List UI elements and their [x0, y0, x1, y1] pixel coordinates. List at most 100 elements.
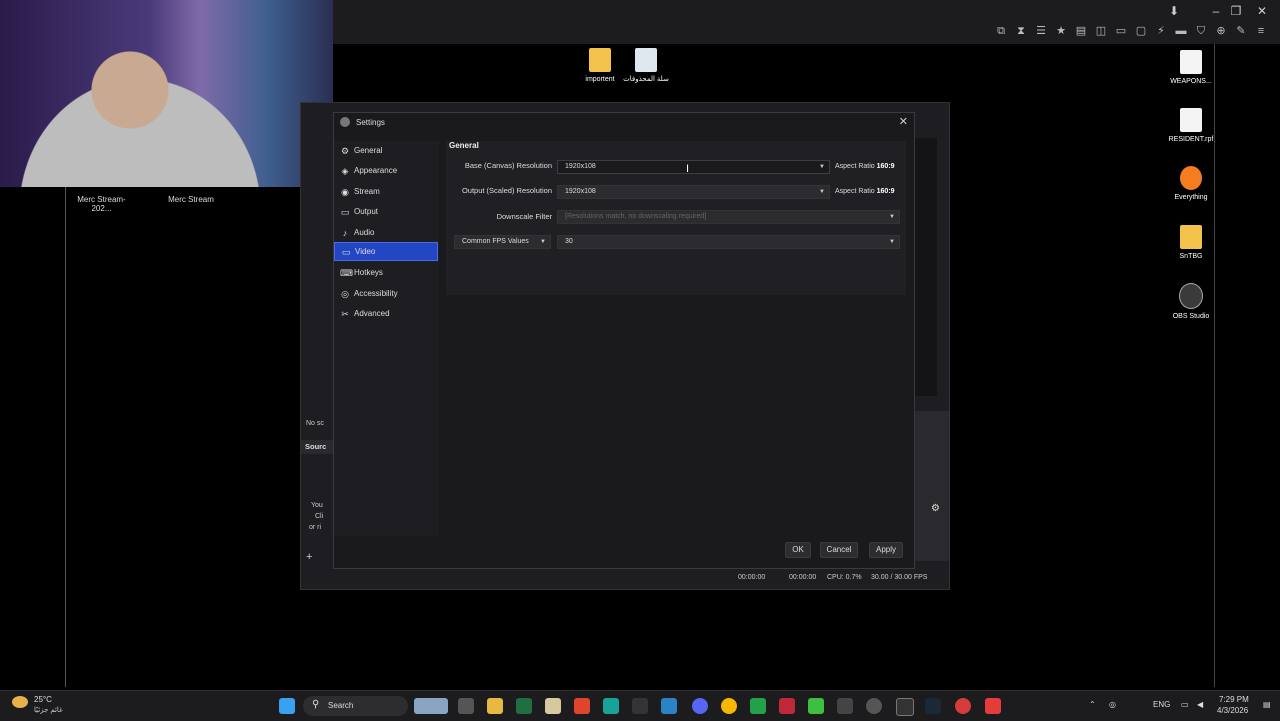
nav-item-output[interactable]: ▭ Output: [334, 202, 438, 221]
download-icon[interactable]: ⬇: [1164, 4, 1184, 18]
scene-item[interactable]: Merc Stream: [161, 195, 221, 204]
gear-icon[interactable]: ⚙: [931, 503, 940, 514]
nav-item-hotkeys[interactable]: ⌨ Hotkeys: [334, 263, 438, 282]
discord-icon[interactable]: [692, 698, 708, 714]
nav-label: Output: [354, 207, 379, 216]
widget-icon[interactable]: [414, 698, 448, 714]
weather-temp[interactable]: 25°C: [34, 695, 52, 704]
app-icon[interactable]: [632, 698, 648, 714]
desktop-icon-everything[interactable]: Everything: [1161, 166, 1221, 202]
chevron-down-icon[interactable]: ▼: [889, 211, 895, 223]
minimize-button[interactable]: –: [1206, 4, 1226, 18]
nav-item-appearance[interactable]: ◈ Appearance: [334, 161, 438, 180]
chevron-down-icon[interactable]: ▼: [819, 186, 825, 198]
nav-item-video[interactable]: ▭ Video: [334, 242, 438, 261]
app-icon[interactable]: [750, 698, 766, 714]
screen-icon[interactable]: ▭: [1114, 24, 1128, 38]
restore-button[interactable]: ❐: [1226, 4, 1246, 18]
desktop-icon-recycle-bin[interactable]: سلة المحذوفات: [616, 48, 676, 84]
fps-value: 30: [565, 238, 573, 245]
weather-desc[interactable]: غائم جزئيًا: [34, 706, 63, 714]
obs-icon: [340, 117, 350, 127]
app-icon[interactable]: [721, 698, 737, 714]
add-source-button[interactable]: +: [306, 551, 312, 563]
nav-item-stream[interactable]: ◉ Stream: [334, 182, 438, 201]
everything-icon: [1180, 166, 1202, 190]
apply-button[interactable]: Apply: [869, 542, 903, 558]
desktop-icon-weapons[interactable]: WEAPONS...: [1161, 50, 1221, 86]
nav-item-general[interactable]: ⚙ General: [334, 141, 438, 160]
nav-item-accessibility[interactable]: ◎ Accessibility: [334, 284, 438, 303]
desktop-icon-sntbg[interactable]: SnTBG: [1161, 225, 1221, 261]
hourglass-icon[interactable]: ⧗: [1014, 24, 1028, 38]
split-icon[interactable]: ◫: [1094, 24, 1108, 38]
chevron-down-icon[interactable]: ▼: [889, 236, 895, 248]
cancel-button[interactable]: Cancel: [820, 542, 858, 558]
terminal-icon[interactable]: [896, 698, 914, 716]
fps-type-select[interactable]: Common FPS Values ▼: [454, 235, 551, 249]
downscale-filter-select[interactable]: [Resolutions match, no downscaling requi…: [557, 210, 900, 224]
scene-item[interactable]: Merc Stream-202...: [74, 195, 129, 213]
excel-icon[interactable]: [516, 698, 532, 714]
fps-value-select[interactable]: 30 ▼: [557, 235, 900, 249]
extension-icon[interactable]: ⧉: [994, 24, 1008, 38]
menu-icon[interactable]: ≡: [1254, 24, 1268, 38]
shield-icon[interactable]: ⛉: [1194, 24, 1208, 38]
nav-item-audio[interactable]: ♪ Audio: [334, 223, 438, 242]
steam-icon[interactable]: [925, 698, 941, 714]
base-resolution-combobox[interactable]: 1920x108 ▼: [557, 160, 830, 174]
app-icon[interactable]: [603, 698, 619, 714]
network-icon[interactable]: ◎: [1109, 700, 1116, 709]
notification-icon[interactable]: ▤: [1263, 700, 1271, 709]
pen-icon[interactable]: ✎: [1234, 24, 1248, 38]
brave-icon[interactable]: [574, 698, 590, 714]
chevron-down-icon[interactable]: ▼: [819, 161, 825, 173]
output-icon: ▭: [340, 206, 350, 217]
output-resolution-combobox[interactable]: 1920x108 ▼: [557, 185, 830, 199]
obs-icon[interactable]: [866, 698, 882, 714]
database-icon[interactable]: ☰: [1034, 24, 1048, 38]
text-cursor-icon: I: [686, 163, 690, 175]
bolt-icon[interactable]: ⚡: [1154, 24, 1168, 38]
app-icon[interactable]: [779, 698, 795, 714]
search-label: Search: [328, 701, 354, 710]
game-icon[interactable]: [837, 698, 853, 714]
clock-date[interactable]: 4/3/2026: [1217, 706, 1248, 715]
ok-button[interactable]: OK: [785, 542, 811, 558]
output-resolution-value: 1920x108: [565, 188, 596, 195]
nav-item-advanced[interactable]: ✂ Advanced: [334, 304, 438, 323]
wifi-icon[interactable]: ▭: [1181, 700, 1189, 709]
star-icon[interactable]: ★: [1054, 24, 1068, 38]
desktop-icon-label: WEAPONS...: [1170, 78, 1212, 85]
desktop-icon-resident[interactable]: RESIDENT.rpf: [1161, 108, 1221, 144]
page-icon[interactable]: ▤: [1074, 24, 1088, 38]
nav-label: Advanced: [354, 309, 390, 318]
file-explorer-icon[interactable]: [487, 698, 503, 714]
plus-icon[interactable]: ⊕: [1214, 24, 1228, 38]
task-view-icon[interactable]: [458, 698, 474, 714]
desktop-icon-label: OBS Studio: [1172, 313, 1210, 320]
close-icon[interactable]: ✕: [899, 115, 908, 128]
search-box[interactable]: ⚲ Search: [303, 696, 408, 716]
app-icon[interactable]: [661, 698, 677, 714]
chat-icon[interactable]: ▢: [1134, 24, 1148, 38]
downscale-filter-value: [Resolutions match, no downscaling requi…: [565, 213, 707, 220]
keyboard-icon: ⌨: [340, 267, 353, 278]
chevron-up-icon[interactable]: ⌃: [1089, 700, 1096, 709]
play-icon[interactable]: [808, 698, 824, 714]
clock-time[interactable]: 7:29 PM: [1219, 695, 1249, 704]
desktop-icon-obs[interactable]: OBS Studio: [1161, 283, 1221, 321]
tab-icon[interactable]: ▬: [1174, 24, 1188, 38]
language-indicator[interactable]: ENG: [1153, 700, 1170, 709]
volume-icon[interactable]: ◀: [1197, 700, 1203, 709]
chevron-down-icon[interactable]: ▼: [540, 236, 546, 248]
start-icon[interactable]: [279, 698, 295, 714]
output-aspect-ratio: Aspect Ratio 160:9: [835, 188, 895, 195]
sources-header: Sourc: [301, 440, 335, 454]
app-icon[interactable]: [955, 698, 971, 714]
status-bar: 00:00:00 00:00:00 CPU: 0.7% 30.00 / 30.0…: [301, 569, 949, 589]
close-window-button[interactable]: ✕: [1252, 4, 1272, 18]
app-icon[interactable]: [985, 698, 1001, 714]
store-icon[interactable]: [545, 698, 561, 714]
settings-title: Settings: [356, 118, 385, 127]
